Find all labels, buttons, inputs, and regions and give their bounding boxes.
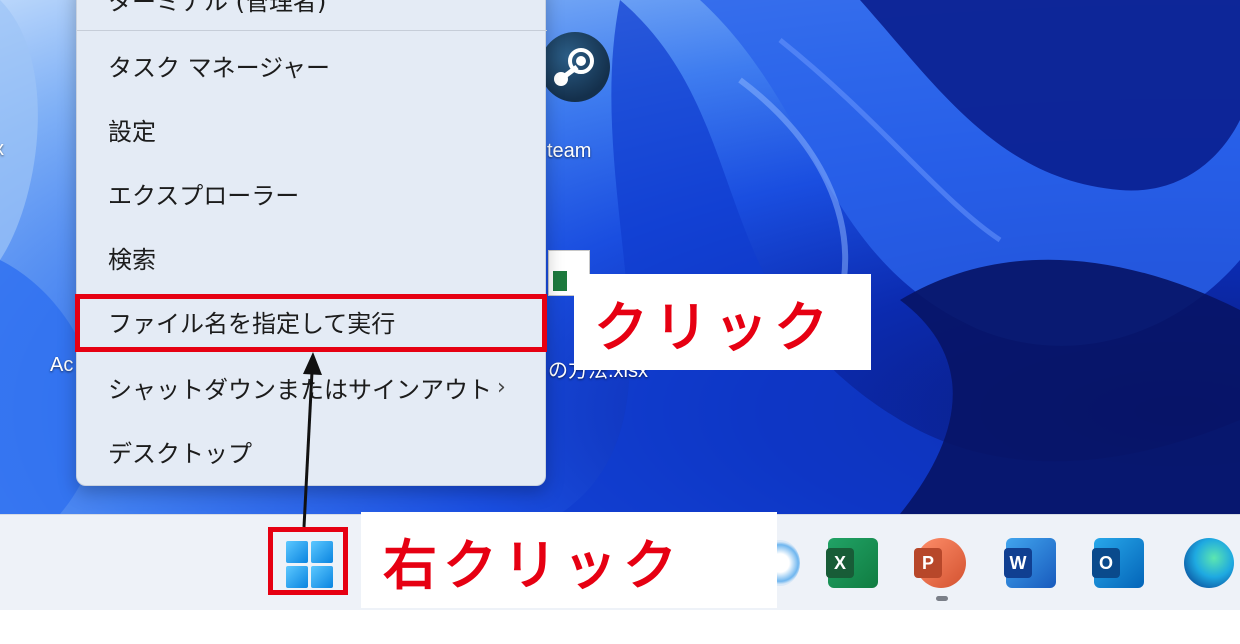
menu-item-settings[interactable]: 設定 [77,101,547,157]
desktop-label-ac[interactable]: Ac [50,354,73,377]
start-context-menu: ターミナル (管理者) タスク マネージャー 設定 エクスプローラー 検索 ファ… [76,0,547,486]
menu-separator [77,30,547,31]
right-click-callout-text: 右クリック [383,533,683,597]
menu-item-label: ターミナル (管理者) [108,0,327,16]
menu-item-desktop[interactable]: デスクトップ [77,423,547,479]
menu-item-label: タスク マネージャー [108,53,330,82]
excel-letter: X [826,548,854,578]
menu-item-label: デスクトップ [108,439,252,468]
menu-item-label: シャットダウンまたはサインアウト [108,375,492,404]
powerpoint-letter: P [914,548,942,578]
right-click-callout: 右クリック [361,512,777,608]
run-highlight-box [75,294,547,352]
menu-item-shutdown-signout[interactable]: シャットダウンまたはサインアウト › [77,359,547,415]
word-letter: W [1004,548,1032,578]
click-callout-text: クリック [594,295,834,359]
steam-icon[interactable] [540,32,610,102]
click-callout: クリック [574,274,871,370]
menu-item-task-manager[interactable]: タスク マネージャー [77,37,547,93]
outlook-letter: O [1092,548,1120,578]
page-bottom-margin [0,610,1240,644]
steam-label[interactable]: team [547,140,591,163]
menu-item-label: エクスプローラー [108,181,300,210]
chevron-right-icon: › [497,374,506,400]
running-indicator [936,596,948,601]
menu-item-label: 設定 [108,117,156,146]
start-highlight-box [268,527,348,595]
word-icon[interactable]: W [1004,538,1056,588]
excel-icon[interactable]: X [826,538,878,588]
desktop-label-partial[interactable]: x [0,138,4,161]
outlook-icon[interactable]: O [1092,538,1144,588]
menu-item-search[interactable]: 検索 [77,229,547,285]
edge-icon[interactable] [1184,538,1234,588]
menu-item-terminal-admin[interactable]: ターミナル (管理者) [77,0,547,27]
menu-item-explorer[interactable]: エクスプローラー [77,165,547,221]
menu-item-label: 検索 [108,245,156,274]
powerpoint-icon[interactable]: P [914,538,966,588]
